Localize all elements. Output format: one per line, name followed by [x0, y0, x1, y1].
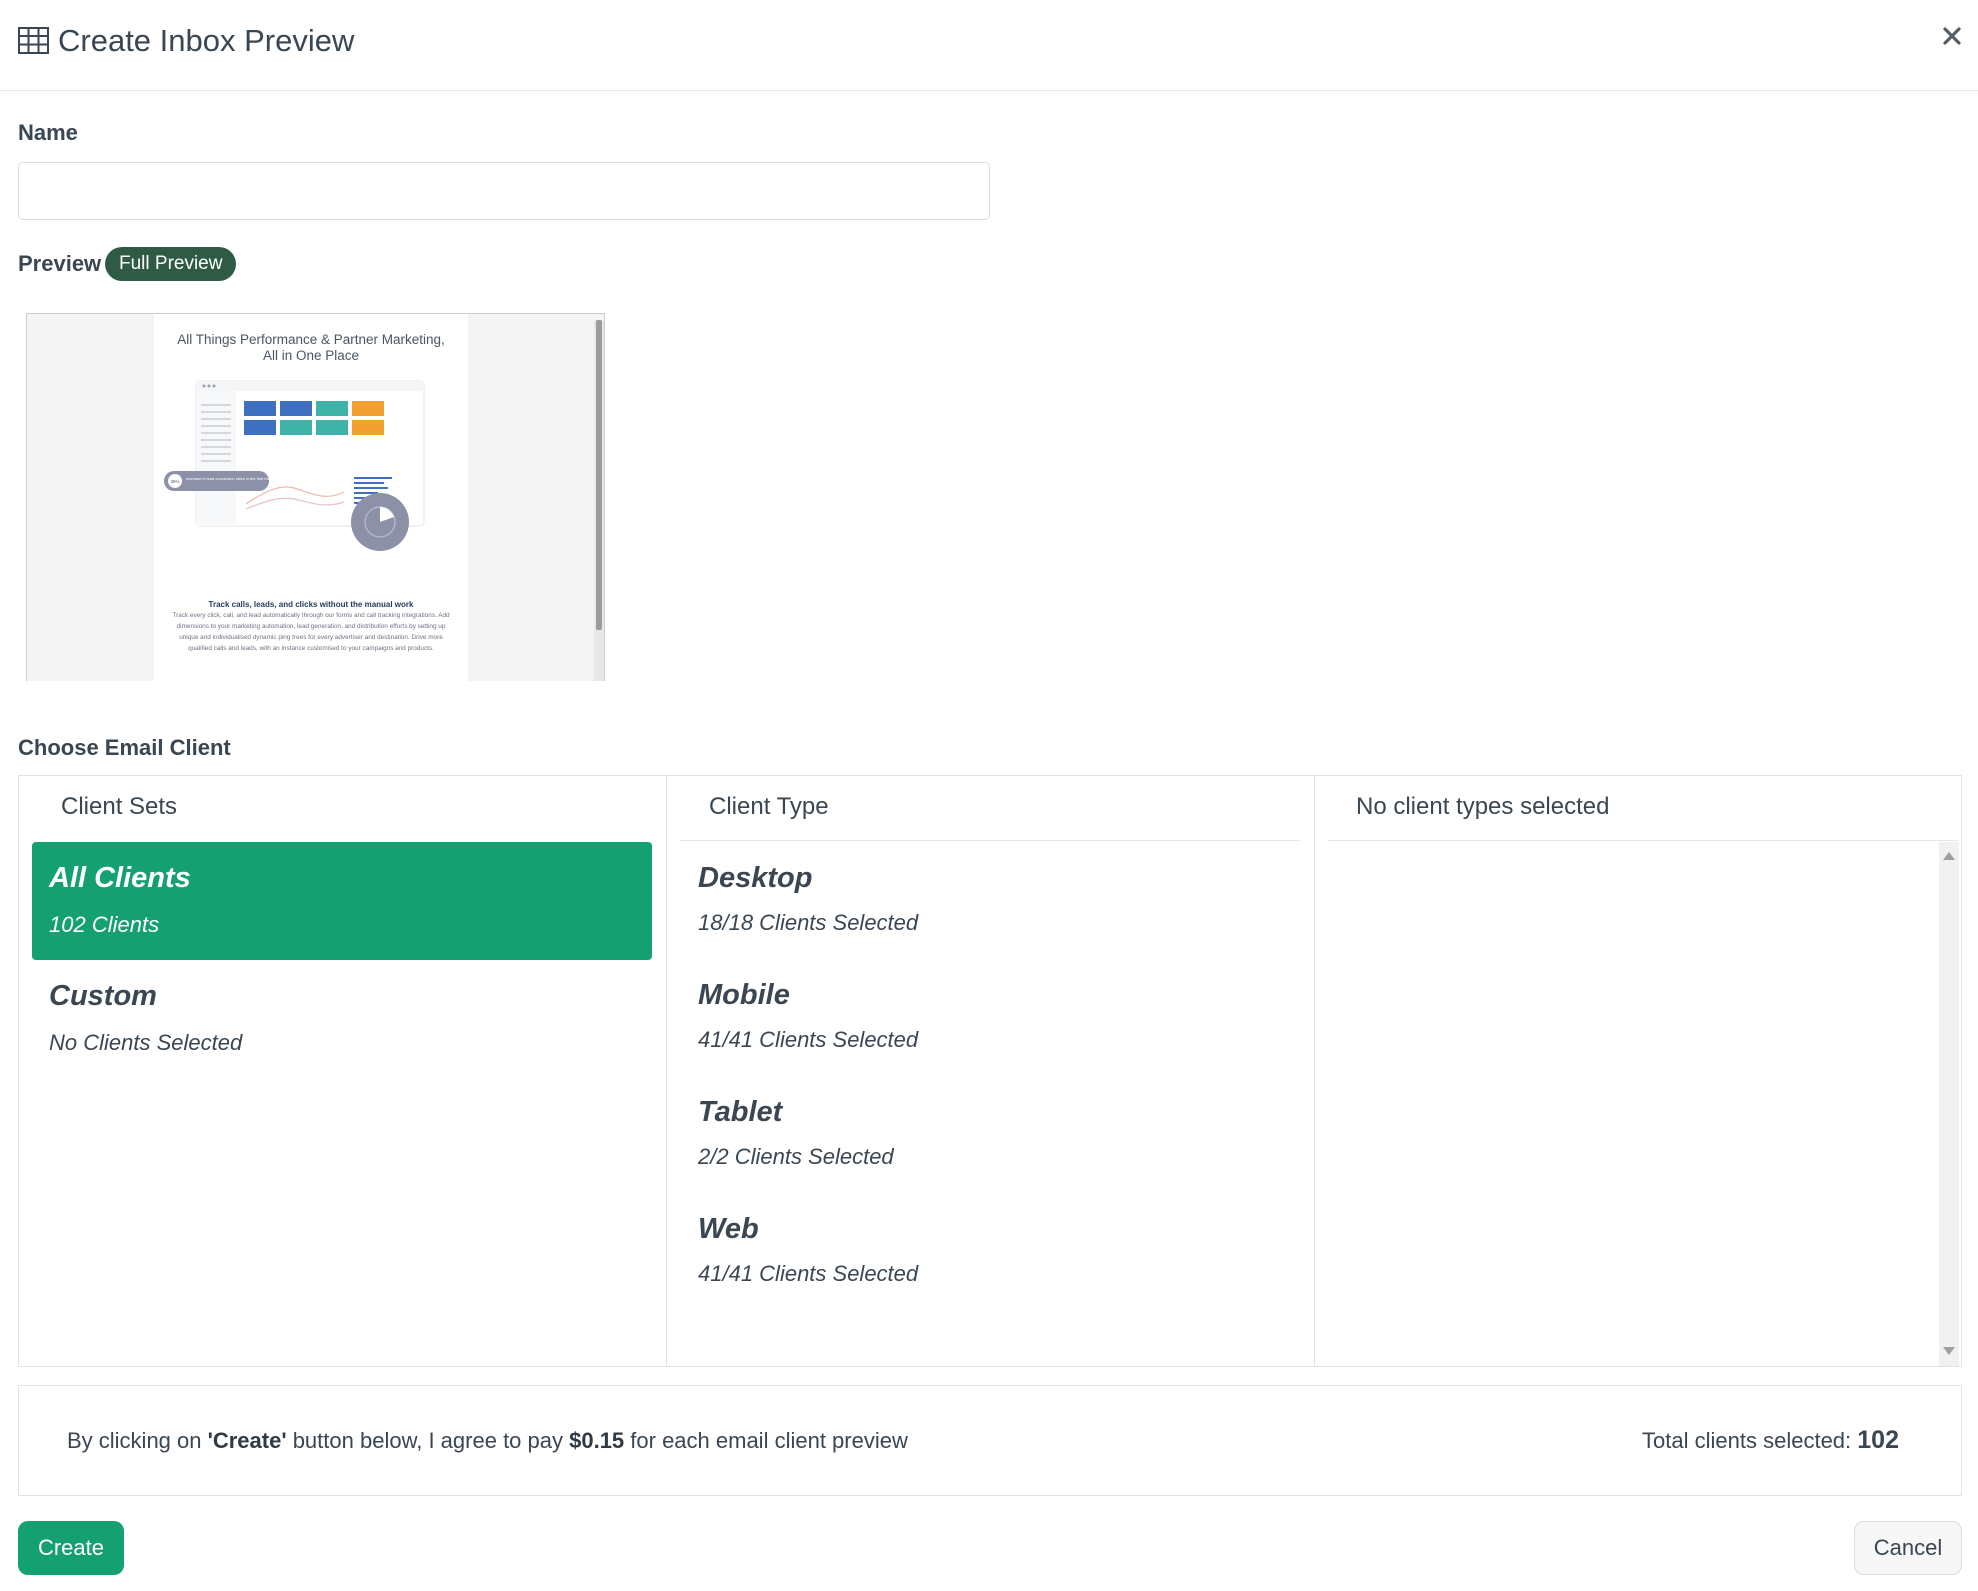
scroll-up-arrow-icon[interactable]: [1943, 852, 1955, 860]
email-headline-line1: All Things Performance & Partner Marketi…: [177, 332, 445, 347]
agreement-text: By clicking on 'Create' button below, I …: [67, 1428, 908, 1454]
close-icon[interactable]: [1938, 22, 1966, 50]
name-label: Name: [18, 120, 78, 145]
email-body-text: Track every click, call, and lead automa…: [172, 612, 450, 652]
create-button[interactable]: Create: [18, 1521, 124, 1575]
dashboard-illustration: 35% Increase in lead conversion rates in…: [164, 380, 425, 551]
client-type-tablet[interactable]: Tablet 2/2 Clients Selected: [698, 1096, 1278, 1206]
dashboard-tile: [280, 420, 312, 435]
preview-label: Preview: [18, 251, 102, 276]
dashboard-tile: [316, 401, 348, 416]
dashboard-tile: [316, 420, 348, 435]
total-clients-selected: Total clients selected: 102: [1642, 1426, 1899, 1455]
client-type-desktop[interactable]: Desktop 18/18 Clients Selected: [698, 862, 1278, 972]
client-list-divider: [1328, 840, 1958, 841]
client-type-subtitle: 2/2 Clients Selected: [698, 1144, 894, 1169]
client-type-mobile[interactable]: Mobile 41/41 Clients Selected: [698, 979, 1278, 1089]
agreement-middle: button below, I agree to pay: [286, 1428, 570, 1453]
dialog-title: Create Inbox Preview: [58, 23, 355, 58]
client-sets-header: Client Sets: [61, 793, 178, 820]
client-type-title: Mobile: [698, 979, 790, 1011]
client-type-title: Tablet: [698, 1096, 783, 1128]
client-set-title: Custom: [49, 980, 157, 1012]
email-preview-content: All Things Performance & Partner Marketi…: [154, 314, 468, 681]
client-set-subtitle: No Clients Selected: [49, 1030, 243, 1055]
dashboard-tile: [280, 401, 312, 416]
full-preview-button[interactable]: Full Preview: [105, 247, 237, 281]
client-type-web[interactable]: Web 41/41 Clients Selected: [698, 1213, 1278, 1323]
agreement-box: By clicking on 'Create' button below, I …: [18, 1385, 1962, 1496]
client-set-subtitle: 102 Clients: [49, 912, 160, 937]
client-set-all-clients[interactable]: All Clients 102 Clients: [32, 842, 652, 960]
preview-scrollbar[interactable]: [594, 320, 604, 681]
total-value: 102: [1857, 1426, 1899, 1454]
client-type-header: Client Type: [709, 793, 829, 820]
agreement-price: $0.15: [569, 1428, 625, 1453]
client-sets-column: Client Sets All Clients 102 Clients Cust…: [19, 776, 667, 1366]
agreement-suffix: for each email client preview: [624, 1428, 908, 1453]
dashboard-tile: [352, 420, 384, 435]
email-headline-line2: All in One Place: [262, 348, 360, 363]
choose-email-client-label: Choose Email Client: [18, 735, 231, 760]
dashboard-tile: [352, 401, 384, 416]
client-type-column: Client Type Desktop 18/18 Clients Select…: [667, 776, 1315, 1366]
email-subheading: Track calls, leads, and clicks without t…: [208, 600, 414, 609]
cancel-button[interactable]: Cancel: [1854, 1521, 1962, 1575]
client-type-title: Web: [698, 1213, 759, 1245]
client-set-title: All Clients: [49, 862, 191, 894]
email-headline: All Things Performance & Partner Marketi…: [154, 332, 468, 364]
badge-percent: 35%: [170, 479, 179, 484]
client-type-title: Desktop: [698, 862, 813, 894]
agreement-create-word: 'Create': [207, 1428, 287, 1453]
client-list-scrollbar[interactable]: [1939, 842, 1959, 1366]
client-type-subtitle: 41/41 Clients Selected: [698, 1261, 919, 1286]
preview-scroll-thumb[interactable]: [596, 320, 602, 630]
name-input[interactable]: [18, 162, 990, 220]
client-list-header: No client types selected: [1356, 793, 1610, 820]
dashboard-tile: [244, 420, 276, 435]
client-type-subtitle: 41/41 Clients Selected: [698, 1027, 919, 1052]
dashboard-tile: [244, 401, 276, 416]
total-label: Total clients selected:: [1642, 1428, 1858, 1453]
client-type-divider: [680, 840, 1300, 841]
badge-caption: Increase in lead conversion rates in the…: [186, 476, 275, 481]
email-preview-frame[interactable]: All Things Performance & Partner Marketi…: [26, 313, 605, 681]
scroll-down-arrow-icon[interactable]: [1943, 1347, 1955, 1355]
client-set-custom[interactable]: Custom No Clients Selected: [32, 960, 652, 1078]
client-list-column: No client types selected: [1315, 776, 1961, 1366]
client-type-subtitle: 18/18 Clients Selected: [698, 910, 919, 935]
client-chooser-panel: Client Sets All Clients 102 Clients Cust…: [18, 775, 1962, 1367]
dialog-header: Create Inbox Preview: [0, 0, 1978, 91]
agreement-prefix: By clicking on: [67, 1428, 208, 1453]
table-icon: [18, 27, 49, 54]
